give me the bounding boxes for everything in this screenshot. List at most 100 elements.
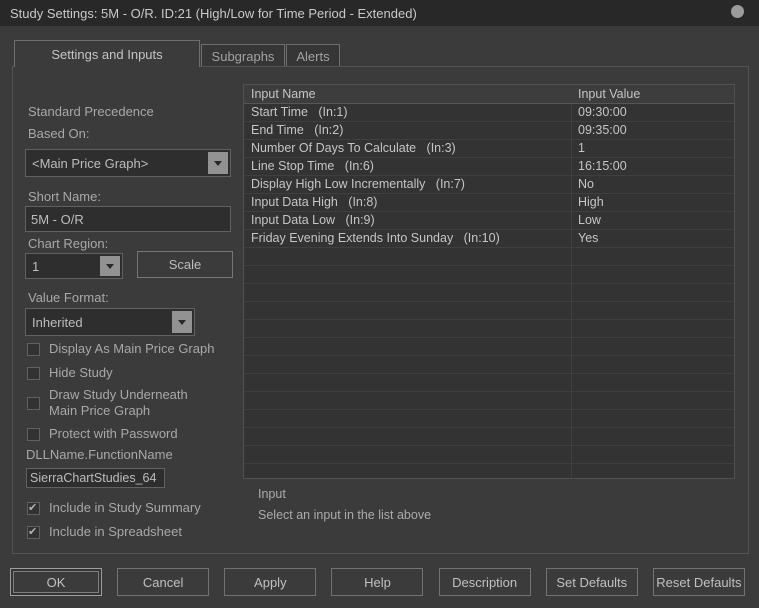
input-name-cell [244, 464, 572, 478]
input-name-cell: Number Of Days To Calculate (In:3) [244, 140, 572, 157]
chart-region-value: 1 [32, 258, 40, 274]
input-value-cell [572, 302, 734, 319]
table-row[interactable] [244, 374, 734, 392]
input-name-cell: End Time (In:2) [244, 122, 572, 139]
inputs-table-body: Start Time (In:1) 09:30:00 End Time (In:2)… [244, 104, 734, 478]
value-format-select[interactable]: Inherited [25, 308, 195, 336]
table-row[interactable] [244, 410, 734, 428]
input-value-cell [572, 410, 734, 427]
reset-defaults-button[interactable]: Reset Defaults [652, 568, 745, 596]
checkbox-row-protect-password[interactable]: Protect with Password [27, 426, 178, 442]
input-name-cell [244, 284, 572, 301]
table-row[interactable]: Display High Low Incrementally (In:7) No [244, 176, 734, 194]
checkbox-row-study-summary[interactable]: Include in Study Summary [27, 500, 201, 516]
input-section-label: Input [258, 487, 286, 501]
window-control-dot[interactable] [731, 5, 744, 18]
checkbox-row-display-as-main[interactable]: Display As Main Price Graph [27, 341, 214, 357]
protect-password-checkbox[interactable] [27, 427, 40, 441]
table-row[interactable] [244, 356, 734, 374]
checkbox-label: Include in Spreadsheet [49, 524, 182, 539]
table-row[interactable] [244, 392, 734, 410]
cancel-button[interactable]: Cancel [117, 568, 210, 596]
table-row[interactable]: Input Data High (In:8) High [244, 194, 734, 212]
draw-underneath-checkbox[interactable] [27, 396, 40, 410]
column-header-input-name[interactable]: Input Name [244, 85, 572, 103]
table-row[interactable] [244, 284, 734, 302]
chart-region-label: Chart Region: [28, 236, 109, 251]
table-row[interactable] [244, 446, 734, 464]
table-row[interactable]: Friday Evening Extends Into Sunday (In:1… [244, 230, 734, 248]
titlebar[interactable]: Study Settings: 5M - O/R. ID:21 (High/Lo… [0, 0, 759, 26]
inputs-table-header[interactable]: Input Name Input Value [244, 85, 734, 104]
table-row[interactable] [244, 338, 734, 356]
input-value-cell [572, 266, 734, 283]
table-row[interactable]: Input Data Low (In:9) Low [244, 212, 734, 230]
set-defaults-button[interactable]: Set Defaults [545, 568, 638, 596]
input-value-cell [572, 464, 734, 478]
table-row[interactable]: Start Time (In:1) 09:30:00 [244, 104, 734, 122]
window-title: Study Settings: 5M - O/R. ID:21 (High/Lo… [10, 5, 417, 21]
input-value-cell [572, 338, 734, 355]
input-value-cell [572, 284, 734, 301]
checkbox-label: Protect with Password [49, 426, 178, 441]
chevron-down-icon[interactable] [172, 311, 192, 333]
column-header-input-value[interactable]: Input Value [572, 85, 734, 103]
checkbox-row-draw-underneath[interactable]: Draw Study Underneath Main Price Graph [27, 387, 188, 419]
scale-button[interactable]: Scale [137, 251, 233, 278]
table-row[interactable] [244, 320, 734, 338]
based-on-select[interactable]: <Main Price Graph> [25, 149, 231, 177]
checkbox-label: Display As Main Price Graph [49, 341, 215, 356]
ok-button[interactable]: OK [10, 568, 102, 596]
table-row[interactable] [244, 266, 734, 284]
input-name-cell [244, 302, 572, 319]
checkbox-row-hide-study[interactable]: Hide Study [27, 365, 113, 381]
input-name-cell: Friday Evening Extends Into Sunday (In:1… [244, 230, 572, 247]
chevron-down-icon[interactable] [208, 152, 228, 174]
hide-study-checkbox[interactable] [27, 366, 40, 380]
apply-button[interactable]: Apply [224, 568, 317, 596]
description-button[interactable]: Description [438, 568, 531, 596]
table-row[interactable] [244, 428, 734, 446]
chevron-down-icon[interactable] [100, 256, 120, 276]
input-value-cell [572, 446, 734, 463]
table-row[interactable] [244, 248, 734, 266]
short-name-input[interactable] [25, 206, 231, 232]
table-row[interactable]: Number Of Days To Calculate (In:3) 1 [244, 140, 734, 158]
button-label: Set Defaults [556, 574, 628, 590]
precedence-label: Standard Precedence [28, 104, 154, 119]
button-label: Help [364, 574, 391, 590]
input-value-cell: 09:35:00 [578, 123, 627, 137]
table-row[interactable] [244, 464, 734, 478]
input-value-cell [572, 374, 734, 391]
based-on-value: <Main Price Graph> [32, 155, 149, 171]
study-settings-dialog: Study Settings: 5M - O/R. ID:21 (High/Lo… [0, 0, 759, 608]
include-study-summary-checkbox[interactable] [27, 501, 40, 515]
table-row[interactable] [244, 302, 734, 320]
input-name-cell: Start Time (In:1) [244, 104, 572, 121]
button-label: Description [452, 574, 518, 590]
input-value-cell [572, 356, 734, 373]
based-on-label: Based On: [28, 126, 90, 141]
help-button[interactable]: Help [331, 568, 424, 596]
input-name-cell [244, 410, 572, 427]
table-row[interactable]: Line Stop Time (In:6) 16:15:00 [244, 158, 734, 176]
input-name-cell [244, 428, 572, 445]
input-name-cell [244, 338, 572, 355]
include-spreadsheet-checkbox[interactable] [27, 525, 40, 539]
action-button-row: OK Cancel Apply Help Description Set Def… [10, 568, 745, 596]
tab-subgraphs[interactable]: Subgraphs [201, 44, 285, 67]
tab-settings-and-inputs[interactable]: Settings and Inputs [14, 40, 200, 67]
inputs-table: Input Name Input Value Start Time (In:1)… [243, 84, 735, 479]
table-row[interactable]: End Time (In:2) 09:35:00 [244, 122, 734, 140]
tab-alerts[interactable]: Alerts [286, 44, 340, 67]
checkbox-row-spreadsheet[interactable]: Include in Spreadsheet [27, 524, 182, 540]
input-name-cell: Display High Low Incrementally (In:7) [244, 176, 572, 193]
tab-label: Settings and Inputs [51, 46, 163, 62]
chart-region-select[interactable]: 1 [25, 253, 123, 279]
dll-function-input[interactable] [26, 468, 165, 488]
checkbox-label: Include in Study Summary [49, 500, 201, 515]
input-value-cell [572, 320, 734, 337]
value-format-label: Value Format: [28, 290, 109, 305]
button-label: OK [46, 574, 66, 590]
display-as-main-checkbox[interactable] [27, 342, 40, 356]
